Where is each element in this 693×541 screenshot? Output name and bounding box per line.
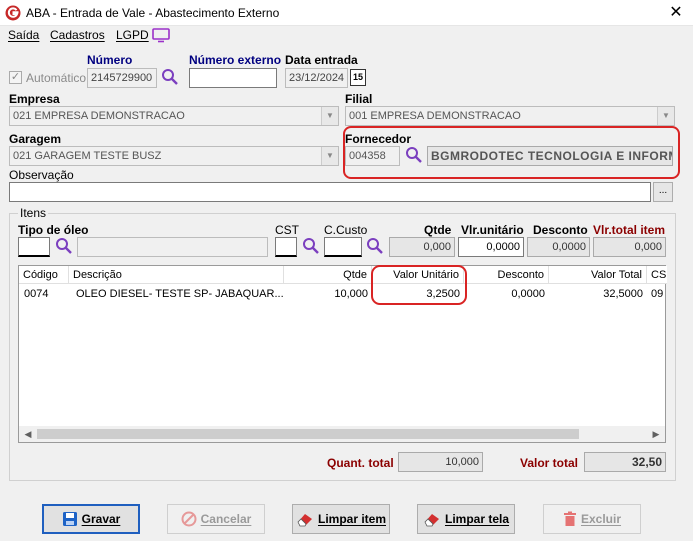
quant-total-label: Quant. total: [327, 456, 394, 470]
cst-search-icon[interactable]: [302, 237, 320, 255]
menu-cadastros[interactable]: Cadastros: [50, 28, 105, 42]
cancel-icon: [181, 511, 197, 527]
col-header-qtde[interactable]: Qtde: [284, 266, 372, 284]
cell-cs: 09: [651, 288, 664, 300]
garagem-value: 021 GARAGEM TESTE BUSZ: [13, 150, 162, 162]
numero-label: Número: [87, 53, 133, 67]
gravar-button[interactable]: Gravar: [42, 504, 140, 534]
garagem-label: Garagem: [9, 132, 62, 146]
cell-qtde: 10,000: [334, 288, 368, 300]
data-entrada-label: Data entrada: [285, 53, 358, 67]
floppy-disk-icon: [62, 512, 77, 526]
close-icon[interactable]: ✕: [664, 2, 688, 24]
tipo-oleo-desc-field: [77, 237, 268, 257]
empresa-combo[interactable]: 021 EMPRESA DEMONSTRACAO: [9, 106, 339, 126]
tipo-oleo-label: Tipo de óleo: [18, 223, 89, 237]
valor-total-field: 32,50: [584, 452, 666, 472]
valor-unitario-highlight: [371, 265, 467, 305]
limpar-tela-button[interactable]: Limpar tela: [417, 504, 515, 534]
scroll-thumb[interactable]: [37, 429, 579, 439]
cst-label: CST: [275, 223, 299, 237]
garagem-combo[interactable]: 021 GARAGEM TESTE BUSZ: [9, 146, 339, 166]
cancelar-label: Cancelar: [200, 512, 252, 526]
search-icon[interactable]: [161, 68, 179, 86]
garagem-chevron-down-icon[interactable]: ▼: [321, 147, 338, 165]
excluir-button[interactable]: Excluir: [543, 504, 641, 534]
vlr-total-item-field: 0,000: [593, 237, 666, 257]
itens-group-label: Itens: [18, 206, 49, 220]
col-header-codigo[interactable]: Código: [19, 266, 69, 284]
fornecedor-name-field: BGMRODOTEC TECNOLOGIA E INFORMA: [427, 146, 673, 166]
ccusto-search-icon[interactable]: [366, 237, 384, 255]
col-header-cs[interactable]: CS: [647, 266, 667, 284]
limpar-tela-label: Limpar tela: [444, 512, 510, 526]
col-header-desconto[interactable]: Desconto: [464, 266, 549, 284]
window-title: ABA - Entrada de Vale - Abastecimento Ex…: [26, 6, 280, 20]
limpar-item-button[interactable]: Limpar item: [292, 504, 390, 534]
fornecedor-label: Fornecedor: [345, 132, 412, 146]
ccusto-label: C.Custo: [324, 223, 368, 237]
cst-field[interactable]: [275, 237, 297, 257]
tipo-oleo-code-field[interactable]: [18, 237, 50, 257]
quant-total-field: 10,000: [398, 452, 483, 472]
fornecedor-code-field[interactable]: 004358: [345, 146, 400, 166]
observacao-field[interactable]: [9, 182, 651, 202]
cell-codigo: 0074: [24, 288, 49, 300]
tipo-oleo-search-icon[interactable]: [55, 237, 73, 255]
vlr-unitario-label: Vlr.unitário: [461, 223, 524, 237]
app-logo-icon: [5, 5, 21, 21]
filial-label: Filial: [345, 92, 373, 106]
horizontal-scrollbar[interactable]: ◀ ▶: [19, 426, 665, 442]
excluir-label: Excluir: [580, 512, 622, 526]
data-entrada-field[interactable]: 23/12/2024: [285, 68, 348, 88]
menu-saida[interactable]: Saída: [8, 28, 39, 42]
numero-field[interactable]: 2145729900: [87, 68, 157, 88]
filial-chevron-down-icon[interactable]: ▼: [657, 107, 674, 125]
col-header-descricao[interactable]: Descrição: [69, 266, 284, 284]
vlr-unitario-field[interactable]: 0,0000: [458, 237, 524, 257]
calendar-icon[interactable]: 15: [350, 69, 366, 86]
trash-icon: [563, 511, 576, 526]
table-row[interactable]: 0074 OLEO DIESEL- TESTE SP- JABAQUAR... …: [19, 286, 665, 302]
valor-total-label: Valor total: [520, 456, 579, 470]
numero-externo-field[interactable]: [189, 68, 277, 88]
vlr-total-item-label: Vlr.total item: [593, 223, 666, 237]
filial-value: 001 EMPRESA DEMONSTRACAO: [349, 110, 521, 122]
qtde-label: Qtde: [424, 223, 452, 237]
eraser-icon: [297, 514, 312, 527]
cell-desconto: 0,0000: [511, 288, 545, 300]
fornecedor-search-icon[interactable]: [405, 146, 423, 164]
automatico-checkbox[interactable]: ✓: [9, 71, 22, 84]
cell-descricao: OLEO DIESEL- TESTE SP- JABAQUAR...: [76, 288, 284, 300]
observacao-ellipsis-button[interactable]: ...: [653, 182, 673, 202]
numero-externo-label: Número externo: [189, 53, 282, 67]
ccusto-field[interactable]: [324, 237, 362, 257]
eraser-icon: [424, 514, 439, 527]
scroll-right-icon[interactable]: ▶: [649, 426, 663, 442]
cancelar-button[interactable]: Cancelar: [167, 504, 265, 534]
empresa-value: 021 EMPRESA DEMONSTRACAO: [13, 110, 185, 122]
cell-valor-total: 32,5000: [603, 288, 643, 300]
monitor-icon[interactable]: [152, 28, 170, 43]
desconto-field: 0,0000: [527, 237, 590, 257]
observacao-label: Observação: [9, 168, 74, 182]
empresa-chevron-down-icon[interactable]: ▼: [321, 107, 338, 125]
items-grid[interactable]: Código Descrição Qtde Valor Unitário Des…: [18, 265, 667, 443]
menu-lgpd[interactable]: LGPD: [116, 28, 149, 42]
filial-combo[interactable]: 001 EMPRESA DEMONSTRACAO: [345, 106, 675, 126]
limpar-item-label: Limpar item: [317, 512, 386, 526]
gravar-label: Gravar: [81, 512, 121, 526]
col-header-valor-total[interactable]: Valor Total: [549, 266, 647, 284]
desconto-label: Desconto: [533, 223, 588, 237]
qtde-field: 0,000: [389, 237, 455, 257]
automatico-label: Automático: [26, 71, 87, 85]
scroll-left-icon[interactable]: ◀: [21, 426, 35, 442]
empresa-label: Empresa: [9, 92, 60, 106]
